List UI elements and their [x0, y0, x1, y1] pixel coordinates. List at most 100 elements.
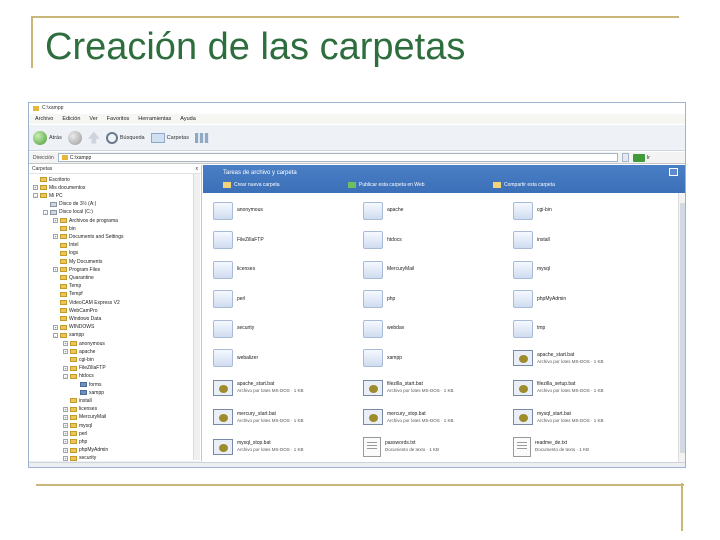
menu-view[interactable]: Ver [89, 116, 97, 122]
tree-item[interactable]: Disco de 3½ (A:) [43, 201, 96, 208]
tree-item[interactable]: logs [53, 250, 78, 257]
folder-item[interactable]: install [513, 229, 663, 252]
folder-item[interactable]: webdav [363, 317, 513, 340]
tree-expander[interactable]: + [53, 267, 58, 273]
menu-help[interactable]: Ayuda [180, 116, 196, 122]
tree-item[interactable]: VideoCAM Express V2 [53, 299, 120, 306]
content-scrollbar[interactable] [678, 193, 685, 465]
folders-button[interactable]: Carpetas [150, 132, 189, 143]
tree-item[interactable]: + Program Files [53, 266, 100, 273]
folder-item[interactable]: tmp [513, 317, 663, 340]
tree-expander[interactable]: + [33, 185, 38, 191]
tree-item[interactable]: install [63, 397, 92, 404]
menu-tools[interactable]: Herramientas [138, 116, 171, 122]
tree-item[interactable]: - htdocs [63, 373, 94, 380]
folder-item[interactable]: apache [363, 199, 513, 222]
tree-item[interactable]: - Mi PC [33, 192, 63, 199]
tree-expander[interactable]: + [53, 234, 58, 240]
menu-edit[interactable]: Edición [62, 116, 80, 122]
tree-item[interactable]: + anonymous [63, 340, 105, 347]
file-item[interactable]: mysql_stop.bat Archivo por lotes MS-DOS ·… [213, 435, 363, 458]
tree-item[interactable]: + Mis documentos [33, 184, 85, 191]
tree-item[interactable]: Temp [53, 283, 81, 290]
tree-item[interactable]: + licenses [63, 406, 97, 413]
folder-item[interactable]: licenses [213, 258, 363, 281]
tree-expander[interactable]: - [43, 209, 48, 215]
file-item[interactable]: mercury_start.bat Archivo por lotes MS-DO… [213, 406, 363, 429]
file-item[interactable]: mercury_stop.bat Archivo por lotes MS-DOS… [363, 406, 513, 429]
tree-item[interactable]: + perl [63, 430, 87, 437]
tree-item[interactable]: + Documents and Settings [53, 233, 123, 240]
tree-expander[interactable]: + [63, 439, 68, 445]
file-item[interactable]: apache_start.bat Archivo por lotes MS-DOS… [213, 376, 363, 399]
folder-item[interactable]: security [213, 317, 363, 340]
tasks-close-button[interactable] [669, 168, 678, 176]
folder-item[interactable]: FileZillaFTP [213, 229, 363, 252]
menu-favorites[interactable]: Favoritos [107, 116, 130, 122]
tree-item[interactable]: + WINDOWS [53, 324, 94, 331]
tree-expander[interactable]: + [63, 406, 68, 412]
tree-item[interactable]: Intel [53, 242, 78, 249]
tree-expander[interactable]: - [63, 373, 68, 379]
menu-file[interactable]: Archivo [35, 116, 53, 122]
up-button[interactable] [87, 131, 100, 144]
tree-expander[interactable]: + [53, 218, 58, 223]
tree-item[interactable]: Tempf [53, 291, 83, 298]
tree-item[interactable]: cgi-bin [63, 356, 94, 363]
file-item[interactable]: apache_start.bat Archivo por lotes MS-DOS… [513, 347, 663, 370]
tree-expander[interactable]: + [63, 423, 68, 428]
folder-item[interactable]: perl [213, 288, 363, 311]
tree-item[interactable]: + Archivos de programa [53, 217, 118, 224]
tree-item[interactable]: Escritorio [33, 176, 70, 183]
file-item[interactable]: filezilla_setup.bat Archivo por lotes MS-… [513, 376, 663, 399]
tree-item[interactable]: My Documents [53, 258, 102, 265]
tree-expander[interactable]: + [63, 365, 68, 371]
tree-item[interactable]: + MercuryMail [63, 414, 106, 421]
tree-item[interactable]: + php [63, 438, 87, 445]
folder-item[interactable]: php [363, 288, 513, 311]
tree-item[interactable]: Quarantine [53, 274, 94, 281]
tree-expander[interactable]: + [63, 447, 68, 453]
file-item[interactable]: passwords.txt Documento de texto · 1 KB [363, 435, 513, 458]
folder-item[interactable]: xampp [363, 347, 513, 370]
tree-item[interactable]: - Disco local (C:) [43, 209, 93, 216]
go-button[interactable]: Ir [632, 153, 650, 162]
tree-item[interactable]: + phpMyAdmin [63, 447, 108, 454]
tree-close-button[interactable]: x [196, 166, 199, 172]
task-new-folder[interactable]: Crear nueva carpeta [223, 182, 280, 188]
folder-item[interactable]: cgi-bin [513, 199, 663, 222]
tree-expander[interactable]: + [63, 349, 68, 355]
folder-item[interactable]: anonymous [213, 199, 363, 222]
tree-expander[interactable]: - [33, 193, 38, 199]
tree-item[interactable]: + FileZillaFTP [63, 365, 106, 372]
address-dropdown[interactable] [621, 153, 629, 162]
folder-item[interactable]: mysql [513, 258, 663, 281]
search-button[interactable]: Búsqueda [105, 131, 145, 144]
tree-expander[interactable]: + [53, 324, 58, 330]
folder-item[interactable]: htdocs [363, 229, 513, 252]
file-item[interactable]: filezilla_start.bat Archivo por lotes MS-… [363, 376, 513, 399]
tree-item[interactable]: + apache [63, 348, 95, 355]
tree-item[interactable]: xampp [73, 389, 104, 396]
back-button[interactable]: Atrás [33, 130, 62, 145]
address-input[interactable]: C:\xampp [57, 153, 618, 162]
task-share-folder[interactable]: Compartir esta carpeta [493, 182, 555, 188]
tree-item[interactable]: - xampp [53, 332, 84, 339]
tree-item[interactable]: Windows Data [53, 315, 101, 322]
folder-item[interactable]: MercuryMail [363, 258, 513, 281]
tree-item[interactable]: forms [73, 381, 102, 388]
folder-item[interactable]: phpMyAdmin [513, 288, 663, 311]
forward-button[interactable] [67, 130, 82, 145]
tree-item[interactable]: + mysql [63, 422, 92, 429]
tree-expander[interactable]: + [63, 431, 68, 437]
file-item[interactable]: mysql_start.bat Archivo por lotes MS-DOS … [513, 406, 663, 429]
tree-expander[interactable]: + [63, 341, 68, 346]
tree-item[interactable]: bin [53, 225, 76, 232]
tree-scrollbar[interactable] [193, 174, 200, 460]
scroll-thumb[interactable] [680, 203, 685, 453]
tree-expander[interactable]: - [53, 332, 58, 338]
task-publish-web[interactable]: Publicar esta carpeta en Web [348, 182, 425, 188]
tree-item[interactable]: WebCamPro [53, 307, 98, 314]
file-item[interactable]: readme_de.txt Documento de texto · 1 KB [513, 435, 663, 458]
views-button[interactable] [194, 132, 209, 143]
